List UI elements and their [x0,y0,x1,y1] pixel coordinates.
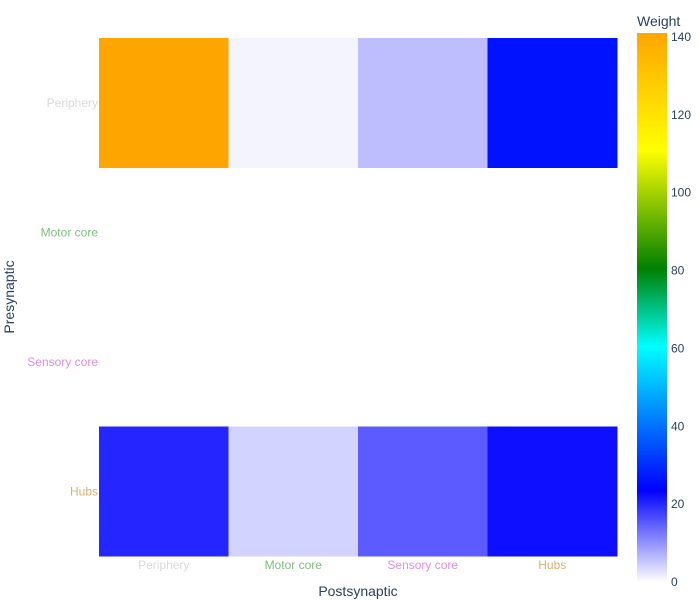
colorbar-tick-label: 0 [671,575,678,589]
heatmap-cell [358,426,488,557]
x-tick-label: Sensory core [387,558,458,572]
colorbar-tick-label: 80 [671,264,685,278]
y-tick-label: Sensory core [27,355,98,369]
y-axis-title: Presynaptic [1,260,17,333]
heatmap-chart: Periphery Motor core Sensory core Hubs Peri… [1,13,691,599]
y-tick-label: Periphery [47,96,98,110]
y-axis-ticks: Periphery Motor core Sensory core Hubs [27,96,98,499]
heatmap-cell [487,38,618,168]
x-tick-label: Hubs [538,558,566,572]
colorbar-tick-label: 140 [671,30,691,44]
y-tick-label: Motor core [41,225,99,239]
x-axis-title: Postsynaptic [318,583,397,599]
colorbar-tick-label: 100 [671,186,691,200]
heatmap-cell [228,426,359,557]
heatmap-cell [99,426,229,557]
colorbar: Weight 0 20 40 60 80 100 120 140 [637,13,691,589]
colorbar-title: Weight [637,13,680,29]
colorbar-tick-label: 120 [671,108,691,122]
colorbar-gradient [637,33,667,582]
heatmap-cell [487,426,618,557]
x-axis-ticks: Periphery Motor core Sensory core Hubs [138,558,566,572]
heatmap-cells [99,38,618,557]
colorbar-tick-label: 60 [671,341,685,355]
heatmap-cell [228,38,359,168]
heatmap-cell [99,38,229,168]
colorbar-ticks: 0 20 40 60 80 100 120 140 [671,30,691,589]
x-tick-label: Periphery [138,558,189,572]
x-tick-label: Motor core [265,558,323,572]
heatmap-cell [358,38,488,168]
colorbar-tick-label: 20 [671,497,685,511]
colorbar-tick-label: 40 [671,419,685,433]
y-tick-label: Hubs [70,484,98,498]
